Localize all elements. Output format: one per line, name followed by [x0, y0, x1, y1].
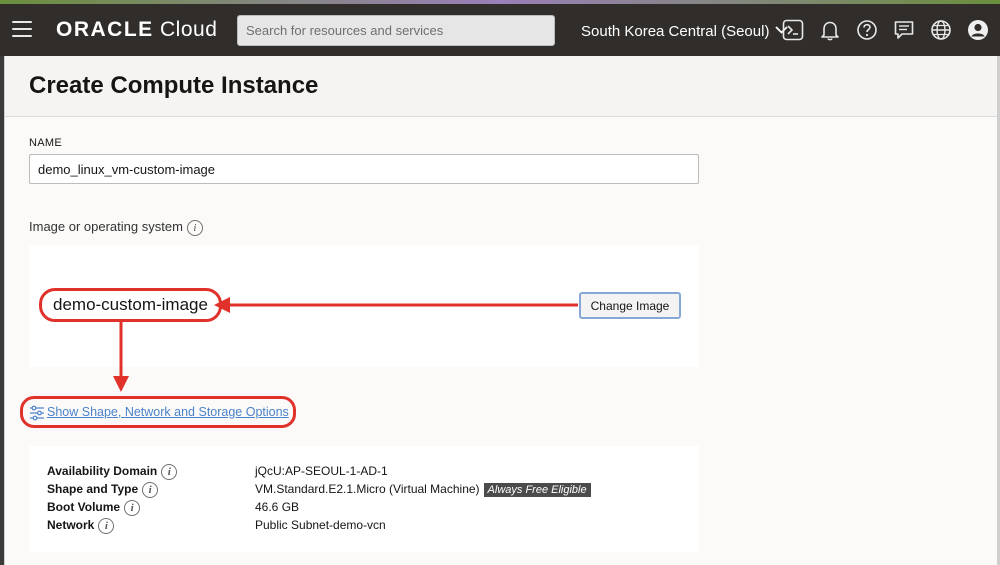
- page-title: Create Compute Instance: [29, 72, 319, 99]
- oracle-cloud-logo[interactable]: ORACLE Cloud: [56, 18, 217, 42]
- search-input[interactable]: [237, 15, 555, 46]
- form-content: NAME Image or operating systemi demo-cus…: [5, 117, 998, 565]
- selected-image-name: demo-custom-image: [39, 288, 222, 322]
- logo-brand: ORACLE: [56, 18, 154, 41]
- page-container: Create Compute Instance NAME Image or op…: [4, 56, 998, 565]
- change-image-button[interactable]: Change Image: [579, 292, 681, 319]
- help-icon[interactable]: [856, 19, 878, 41]
- logo-product: Cloud: [160, 18, 218, 41]
- bell-icon[interactable]: [819, 19, 841, 41]
- image-panel: demo-custom-image Change Image: [29, 245, 699, 367]
- detail-value: VM.Standard.E2.1.Micro (Virtual Machine)…: [255, 482, 591, 497]
- detail-value: 46.6 GB: [255, 500, 300, 514]
- info-icon[interactable]: i: [142, 482, 159, 498]
- info-icon[interactable]: i: [161, 464, 178, 480]
- instance-details-panel: Availability Domain i jQcU:AP-SEOUL-1-AD-…: [29, 446, 699, 552]
- info-icon[interactable]: i: [124, 500, 141, 516]
- region-label: South Korea Central (Seoul): [581, 23, 770, 40]
- detail-label: Boot Volume i: [47, 500, 141, 516]
- region-selector[interactable]: South Korea Central (Seoul): [581, 21, 789, 40]
- show-options-label: Show Shape, Network and Storage Options: [47, 405, 289, 419]
- info-icon[interactable]: i: [98, 518, 115, 534]
- chat-icon[interactable]: [893, 19, 915, 41]
- user-icon[interactable]: [967, 19, 989, 41]
- always-free-badge: Always Free Eligible: [483, 483, 591, 497]
- image-label-row: Image or operating system i: [29, 219, 203, 236]
- globe-icon[interactable]: [930, 19, 952, 41]
- top-navigation-bar: ORACLE Cloud South Korea Central (Seoul): [0, 4, 1000, 56]
- cloud-shell-icon[interactable]: [782, 19, 804, 41]
- detail-label: Shape and Type i: [47, 482, 159, 498]
- menu-icon[interactable]: [12, 21, 32, 37]
- info-icon[interactable]: i: [186, 219, 203, 236]
- sliders-icon: [29, 405, 45, 421]
- image-label: Image or operating system: [29, 219, 183, 234]
- detail-label: Network i: [47, 518, 115, 534]
- detail-value: jQcU:AP-SEOUL-1-AD-1: [255, 464, 388, 478]
- detail-label: Availability Domain i: [47, 464, 178, 480]
- show-options-link[interactable]: Show Shape, Network and Storage Options: [20, 396, 296, 428]
- detail-value: Public Subnet-demo-vcn: [255, 518, 386, 532]
- name-label: NAME: [29, 137, 62, 149]
- name-field[interactable]: [29, 154, 699, 184]
